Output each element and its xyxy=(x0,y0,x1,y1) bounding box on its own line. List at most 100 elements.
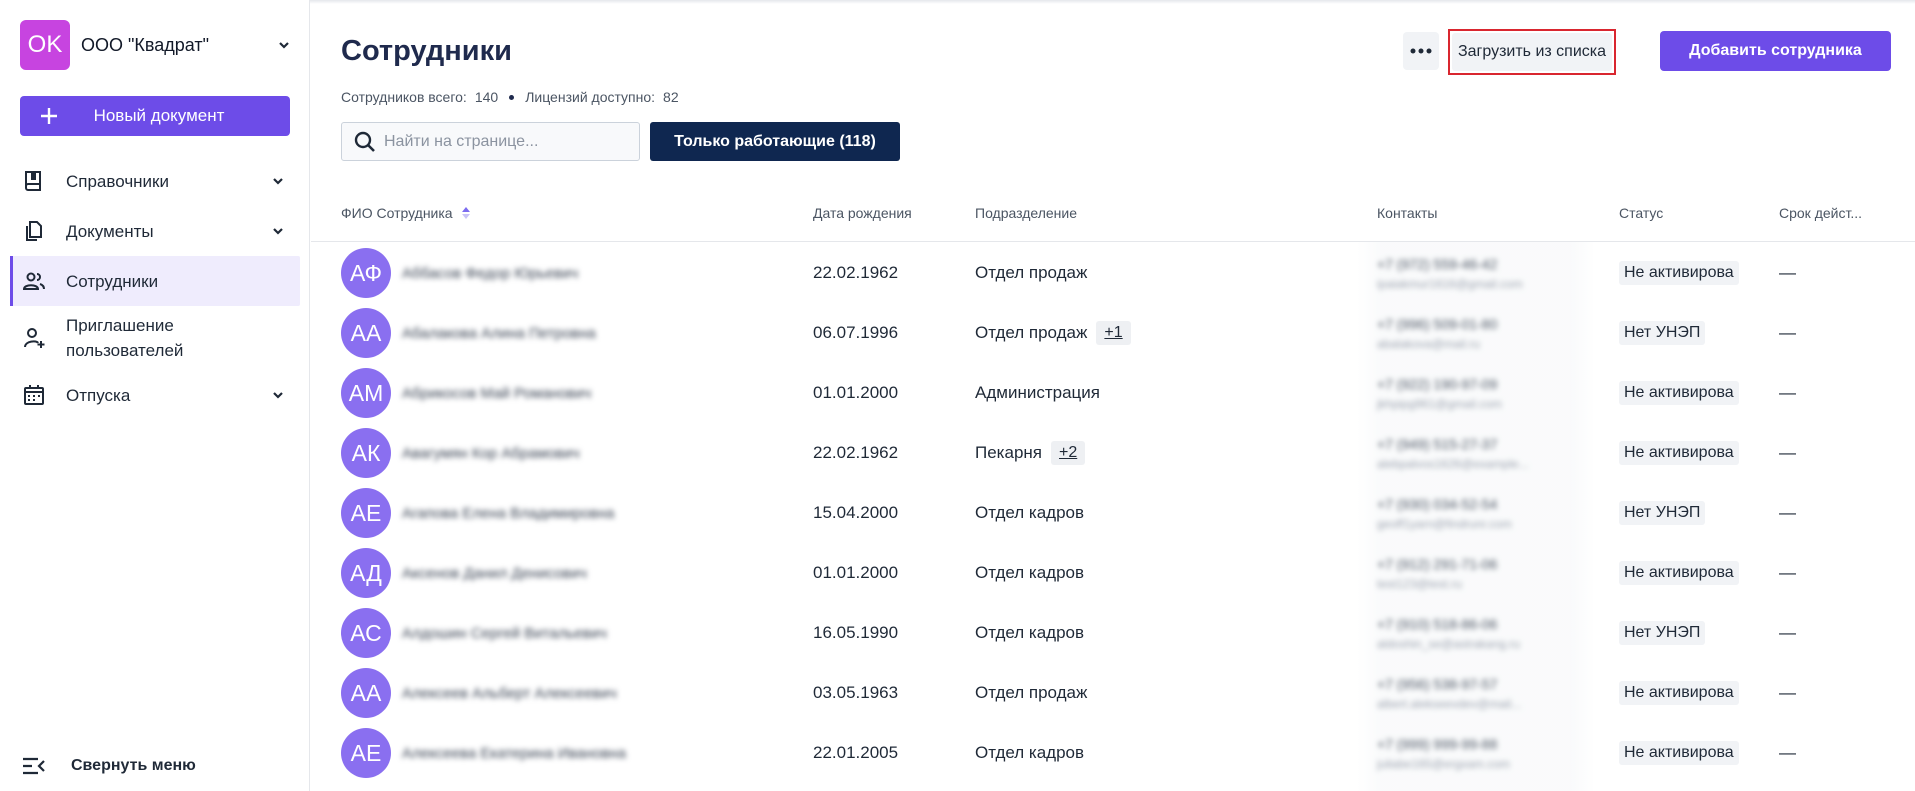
load-from-list-label: Загрузить из списка xyxy=(1452,33,1612,71)
avatar: АА xyxy=(341,668,391,718)
contacts-cell: +7 (956) 538-97-57 albert.alekseevdev@mai… xyxy=(1377,663,1521,723)
table-row[interactable]: АФ Аббасов Федор Юрьевич 22.02.1962 Отдел п… xyxy=(311,243,1915,303)
email-address: abalakova@mail.ru xyxy=(1377,336,1480,351)
status-cell: Нет УНЭП xyxy=(1619,483,1706,543)
status-cell: Не активирова xyxy=(1619,243,1739,303)
org-switcher[interactable]: OK ООО "Квадрат" xyxy=(20,20,290,70)
contacts-cell: +7 (910) 518-86-06 aldoshin_se@astrakang.… xyxy=(1377,603,1520,663)
birthdate-cell: 22.01.2005 xyxy=(813,743,899,762)
employee-name[interactable]: Аббасов Федор Юрьевич xyxy=(402,265,578,282)
table-row[interactable]: АА Алексеев Альберт Алексеевич 03.05.1963 О… xyxy=(311,663,1915,723)
org-avatar: OK xyxy=(20,20,70,70)
employee-name[interactable]: Алексеев Альберт Алексеевич xyxy=(402,685,617,702)
only-working-filter-button[interactable]: Только работающие (118) xyxy=(650,122,900,161)
column-status-header[interactable]: Статус xyxy=(1619,205,1663,221)
employee-name[interactable]: Алексеева Екатерина Ивановна xyxy=(402,745,626,762)
table-row[interactable]: АА Абалакова Алина Петровна 06.07.1996 Отде… xyxy=(311,303,1915,363)
department-cell: Пекарня +2 xyxy=(975,423,1086,483)
birthdate-cell: 15.04.2000 xyxy=(813,503,899,522)
sidebar-item-vacations[interactable]: Отпуска xyxy=(10,370,300,420)
table-row[interactable]: АЕ Агапова Елена Владимировна 15.04.2000 От… xyxy=(311,483,1915,543)
term-value: — xyxy=(1779,263,1796,282)
column-contacts-header[interactable]: Контакты xyxy=(1377,205,1437,221)
email-address: alebpalvos1626@example... xyxy=(1377,456,1529,471)
department-cell: Отдел продаж xyxy=(975,663,1087,723)
phone-number: +7 (910) 518-86-06 xyxy=(1377,615,1498,632)
more-actions-button[interactable] xyxy=(1403,32,1439,70)
table-row[interactable]: АЕ Алексеева Екатерина Ивановна 22.01.2005… xyxy=(311,723,1915,783)
status-badge: Не активирова xyxy=(1619,441,1739,465)
email-address: juliabe165@ergxam.com xyxy=(1377,756,1510,771)
new-document-button[interactable]: Новый документ xyxy=(20,96,290,136)
employee-stats: Сотрудников всего: 140 Лицензий доступно… xyxy=(341,89,679,105)
phone-number: +7 (956) 538-97-57 xyxy=(1377,675,1498,692)
contacts-cell: +7 (949) 515-27-37 alebpalvos1626@example… xyxy=(1377,423,1529,483)
sidebar-item-documents[interactable]: Документы xyxy=(10,206,300,256)
employee-name[interactable]: Агапова Елена Владимировна xyxy=(402,505,614,522)
load-from-list-button[interactable]: Загрузить из списка xyxy=(1448,29,1616,75)
status-badge: Не активирова xyxy=(1619,561,1739,585)
page-title: Сотрудники xyxy=(341,35,512,67)
add-employee-button[interactable]: Добавить сотрудника xyxy=(1660,31,1891,71)
search-box xyxy=(341,122,640,161)
employee-name[interactable]: Авагумян Кор Абрамович xyxy=(402,445,580,462)
column-term-header[interactable]: Срок дейст... xyxy=(1779,205,1862,221)
department-name: Отдел продаж xyxy=(975,263,1088,282)
department-cell: Отдел кадров xyxy=(975,543,1084,603)
sidebar-item-directories[interactable]: Справочники xyxy=(10,156,300,206)
term-cell: — xyxy=(1779,603,1796,663)
employee-cell: АЕ Алексеева Екатерина Ивановна xyxy=(341,723,626,783)
sidebar-item-label: Приглашение пользователей xyxy=(66,316,184,360)
search-input[interactable] xyxy=(384,132,634,151)
sidebar-item-label: Справочники xyxy=(66,171,169,191)
chevron-down-icon xyxy=(273,178,283,185)
sidebar-item-label: Сотрудники xyxy=(66,271,159,291)
employee-cell: АД Аксенов Данил Денисович xyxy=(341,543,587,603)
status-badge: Не активирова xyxy=(1619,681,1739,705)
main-content: Сотрудники Сотрудников всего: 140 Лиценз… xyxy=(311,0,1915,791)
employee-name[interactable]: Абрикосов Май Романович xyxy=(402,385,591,402)
phone-number: +7 (912) 291-71-06 xyxy=(1377,555,1498,572)
documents-icon xyxy=(26,221,42,241)
department-cell: Отдел кадров xyxy=(975,603,1084,663)
sidebar-item-employees[interactable]: Сотрудники xyxy=(10,256,300,306)
term-cell: — xyxy=(1779,483,1796,543)
column-name-header[interactable]: ФИО Сотрудника xyxy=(341,205,471,221)
status-cell: Не активирова xyxy=(1619,543,1739,603)
employee-cell: АК Авагумян Кор Абрамович xyxy=(341,423,580,483)
department-name: Пекарня xyxy=(975,443,1042,462)
phone-number: +7 (922) 190-97-09 xyxy=(1377,375,1498,392)
column-department-header[interactable]: Подразделение xyxy=(975,205,1077,221)
term-cell: — xyxy=(1779,663,1796,723)
column-birthdate-header[interactable]: Дата рождения xyxy=(813,205,912,221)
employee-name[interactable]: Алдошин Сергей Витальевич xyxy=(402,625,607,642)
more-departments-badge[interactable]: +2 xyxy=(1051,441,1086,465)
separator-dot xyxy=(509,94,515,100)
column-label: Статус xyxy=(1619,205,1664,221)
table-row[interactable]: АС Алдошин Сергей Витальевич 16.05.1990 Отд… xyxy=(311,603,1915,663)
birthdate-cell: 01.01.2000 xyxy=(813,563,899,582)
contacts-cell: +7 (972) 559-46-42 ipaiakmur1616@gmail.co… xyxy=(1377,243,1523,303)
more-departments-badge[interactable]: +1 xyxy=(1096,321,1131,345)
status-cell: Не активирова xyxy=(1619,723,1739,783)
contacts-cell: +7 (912) 291-71-06 test123@test.ru xyxy=(1377,543,1497,603)
column-label: Дата рождения xyxy=(813,205,912,221)
term-value: — xyxy=(1779,443,1796,462)
department-name: Отдел кадров xyxy=(975,743,1085,762)
department-cell: Отдел кадров xyxy=(975,723,1084,783)
term-cell: — xyxy=(1779,423,1796,483)
employee-cell: АЕ Агапова Елена Владимировна xyxy=(341,483,614,543)
total-value: 140 xyxy=(474,89,499,105)
table-row[interactable]: АК Авагумян Кор Абрамович 22.02.1962 Пекарн… xyxy=(311,423,1915,483)
user-plus-icon xyxy=(24,328,45,348)
table-row[interactable]: АМ Абрикосов Май Романович 01.01.2000 Админ… xyxy=(311,363,1915,423)
avatar: АД xyxy=(341,548,391,598)
department-cell: Отдел продаж xyxy=(975,243,1087,303)
chevron-down-icon xyxy=(279,42,289,49)
employee-name[interactable]: Абалакова Алина Петровна xyxy=(402,325,596,342)
collapse-menu-button[interactable]: Свернуть меню xyxy=(22,756,196,776)
employee-name[interactable]: Аксенов Данил Денисович xyxy=(402,565,587,582)
table-row[interactable]: АД Аксенов Данил Денисович 01.01.2000 Отдел… xyxy=(311,543,1915,603)
sidebar-item-invite-users[interactable]: Приглашение пользователей xyxy=(10,306,300,370)
avatar: АФ xyxy=(341,248,391,298)
